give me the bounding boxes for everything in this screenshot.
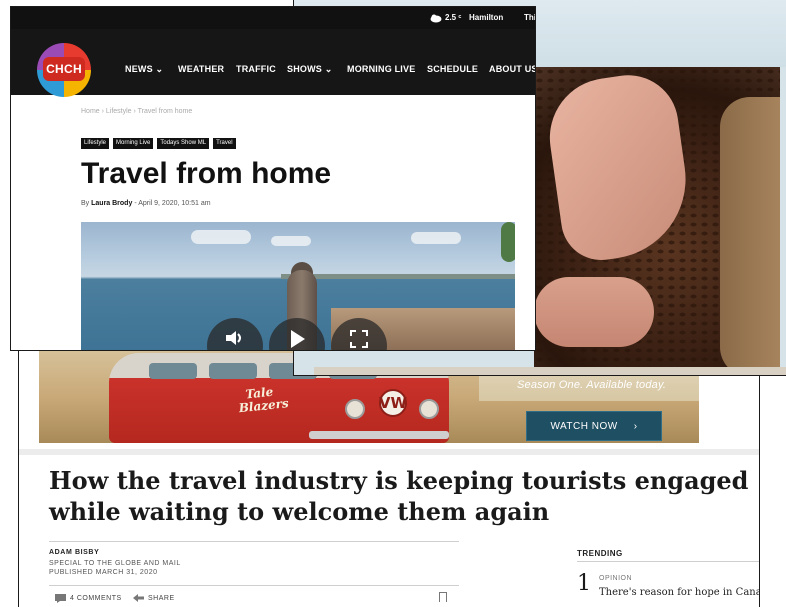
tag-morning-live[interactable]: Morning Live [113, 138, 154, 149]
meta-date: - April 9, 2020, 10:51 am [134, 200, 211, 207]
divider [49, 541, 459, 542]
byline-details: SPECIAL TO THE GLOBE AND MAIL PUBLISHED … [49, 559, 181, 577]
article-meta: By Laura Brody - April 9, 2020, 10:51 am [81, 200, 211, 207]
trending-rank: 1 [577, 571, 591, 596]
published-date: PUBLISHED MARCH 31, 2020 [49, 569, 158, 576]
coffee-beans-photo [534, 67, 780, 367]
nav-news[interactable]: NEWS ⌄ [125, 64, 163, 75]
meta-author[interactable]: Laura Brody [91, 200, 132, 207]
section-divider [19, 449, 759, 455]
share-button[interactable]: SHARE [133, 594, 175, 602]
divider [49, 585, 459, 586]
chch-logo[interactable]: CHCH [37, 43, 91, 97]
banner-tagline: Season One. Available today. [517, 379, 667, 391]
top-weather-bar: 2.5 ᶜ Hamilton Thi [11, 7, 536, 29]
comment-icon [55, 594, 66, 603]
watch-now-button[interactable]: WATCH NOW › [526, 411, 662, 441]
video-player[interactable] [81, 222, 515, 350]
tag-todays-show[interactable]: Todays Show ML [157, 138, 210, 149]
weather-temperature: 2.5 ᶜ [445, 13, 462, 22]
van-window [149, 363, 197, 379]
nav-schedule[interactable]: SCHEDULE [427, 64, 478, 74]
palm-tree [501, 222, 515, 262]
tale-blazers-logo: Tale Blazers [238, 384, 290, 416]
vw-logo: VW [379, 389, 407, 417]
watch-now-label: WATCH NOW [550, 420, 618, 432]
tag-lifestyle[interactable]: Lifestyle [81, 138, 110, 149]
chevron-right-icon: › [633, 420, 638, 432]
nav-weather[interactable]: WEATHER [178, 64, 224, 74]
weather-city: Hamilton [469, 13, 504, 22]
burlap-sack [720, 97, 780, 367]
volume-icon[interactable] [207, 318, 263, 350]
share-label: SHARE [148, 594, 175, 602]
nav-traffic[interactable]: TRAFFIC [236, 64, 276, 74]
van-headlight [419, 399, 439, 419]
trending-category: OPINION [599, 575, 633, 582]
weather-day: Thi [524, 13, 536, 22]
tag-travel[interactable]: Travel [213, 138, 236, 149]
nav-morning-live[interactable]: MORNING LIVE [347, 64, 415, 74]
fullscreen-glyph [350, 330, 368, 348]
meta-by: By [81, 200, 90, 207]
cloud [271, 236, 311, 246]
share-icon [133, 594, 144, 602]
article-headline: How the travel industry is keeping touri… [49, 466, 749, 526]
nav-about-us[interactable]: ABOUT US [489, 64, 535, 74]
cloud-icon [430, 14, 442, 23]
nav-shows[interactable]: SHOWS ⌄ [287, 64, 332, 75]
divider [577, 561, 759, 562]
chch-logo-text: CHCH [43, 57, 85, 81]
van-headlight [345, 399, 365, 419]
chch-article-screenshot: 2.5 ᶜ Hamilton Thi CHCH NEWS ⌄ WEATHER T… [10, 6, 536, 351]
trending-heading: TRENDING [577, 549, 623, 558]
article-title: Travel from home [81, 157, 332, 190]
speaker-glyph [226, 331, 241, 345]
comments-button[interactable]: 4 COMMENTS [55, 594, 122, 603]
cloud [411, 232, 461, 244]
main-navigation: CHCH NEWS ⌄ WEATHER TRAFFIC SHOWS ⌄ MORN… [11, 29, 535, 97]
trending-article-link[interactable]: There's reason for hope in Canada' [599, 587, 759, 598]
cloud [191, 230, 251, 244]
bookmark-icon[interactable] [439, 592, 447, 602]
author-name[interactable]: ADAM BISBY [49, 549, 99, 556]
van-window [209, 363, 257, 379]
comments-label: 4 COMMENTS [70, 595, 122, 602]
play-glyph [291, 330, 305, 348]
byline-special: SPECIAL TO THE GLOBE AND MAIL [49, 560, 181, 567]
breadcrumb[interactable]: Home › Lifestyle › Travel from home [81, 108, 192, 115]
van-bumper [309, 431, 449, 439]
caption-strip [314, 367, 786, 375]
category-tags: Lifestyle Morning Live Todays Show ML Tr… [81, 138, 236, 149]
hand-lower [534, 277, 654, 347]
